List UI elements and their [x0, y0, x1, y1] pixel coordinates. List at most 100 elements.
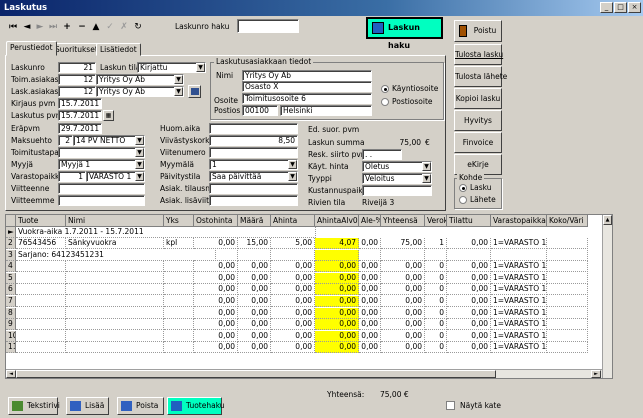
row-marker[interactable]: ►	[6, 227, 16, 238]
table-cell[interactable]: 0,00	[359, 307, 381, 319]
table-cell[interactable]: 0,00	[359, 330, 381, 342]
table-cell[interactable]: 0,00	[194, 330, 238, 342]
row-number[interactable]: 10	[6, 330, 16, 342]
calendar-icon[interactable]: ▦	[103, 110, 114, 121]
table-cell[interactable]: 76543456	[16, 238, 66, 249]
table-cell[interactable]: 1=VARASTO 1	[491, 284, 547, 296]
myyja-select[interactable]: Myyjä 1 ▼	[58, 159, 145, 170]
serial-cell[interactable]: Sarjano: 64123451231	[16, 249, 216, 261]
table-cell[interactable]	[16, 261, 66, 273]
vertical-scrollbar[interactable]: ▲	[602, 215, 612, 378]
add-icon[interactable]: +	[61, 20, 73, 34]
table-cell[interactable]: 0,00	[194, 238, 238, 249]
toimitustapa-select[interactable]: ▼	[58, 147, 145, 158]
table-cell[interactable]: 0,00	[271, 272, 315, 284]
table-cell[interactable]: 1=VARASTO 1	[491, 261, 547, 273]
next-icon[interactable]: ►	[34, 20, 46, 34]
tekstirivi-button[interactable]: Tekstirivi	[8, 397, 60, 415]
row-number[interactable]: 2	[6, 238, 16, 249]
kohde-lahete-radio[interactable]	[459, 196, 467, 204]
scroll-up-icon[interactable]: ▲	[603, 215, 612, 225]
table-cell[interactable]: 0,00	[447, 342, 491, 354]
table-cell[interactable]: 0	[425, 284, 447, 296]
row-number[interactable]: 8	[6, 307, 16, 319]
toim-asiakas-num[interactable]: 12	[58, 74, 96, 85]
table-cell[interactable]	[359, 249, 381, 261]
column-header[interactable]: AhintaAlv0	[315, 215, 359, 227]
table-cell[interactable]: 0,00	[238, 296, 271, 307]
table-cell[interactable]: 0,00	[194, 272, 238, 284]
table-cell[interactable]: 1=VARASTO 1	[491, 272, 547, 284]
table-cell[interactable]: 0,00	[271, 319, 315, 331]
table-cell[interactable]	[16, 330, 66, 342]
varastopaikka-select[interactable]: VARASTO 1 ▼	[86, 171, 145, 182]
kayt-hinta-select[interactable]: Oletus ▼	[362, 161, 432, 172]
table-cell[interactable]	[547, 296, 588, 307]
ekirje-button[interactable]: eKirje	[454, 154, 502, 175]
table-cell[interactable]: Sänkyvuokra	[66, 238, 164, 249]
table-cell[interactable]	[164, 296, 194, 307]
scroll-thumb[interactable]	[16, 370, 496, 378]
tulosta-lasku-button[interactable]: Tulosta lasku	[454, 44, 503, 65]
table-cell[interactable]	[547, 284, 588, 296]
viitteenne-field[interactable]	[58, 183, 145, 194]
table-cell[interactable]: 0,00	[238, 261, 271, 273]
table-cell[interactable]: 0,00	[194, 296, 238, 307]
table-cell[interactable]: 0,00	[238, 307, 271, 319]
rental-period-cell[interactable]: Vuokra-aika 1.7.2011 - 15.7.2011	[16, 227, 316, 238]
table-cell[interactable]	[16, 307, 66, 319]
row-number[interactable]: 9	[6, 319, 16, 331]
viivastyskorko-field[interactable]: 8,50	[209, 135, 298, 146]
table-cell[interactable]	[164, 307, 194, 319]
table-cell[interactable]	[315, 249, 359, 261]
table-cell[interactable]: 1=VARASTO 1	[491, 330, 547, 342]
row-number[interactable]: 3	[6, 249, 16, 261]
huom-aika-field[interactable]	[209, 123, 298, 134]
kohde-lasku-radio[interactable]	[459, 184, 467, 192]
table-cell[interactable]: 0,00	[315, 330, 359, 342]
table-cell[interactable]	[16, 272, 66, 284]
table-cell[interactable]	[164, 319, 194, 331]
table-cell[interactable]: 1=VARASTO 1	[491, 319, 547, 331]
column-header[interactable]: Koko/Väri	[547, 215, 588, 227]
viitteemme-field[interactable]	[58, 195, 145, 206]
hyvitys-button[interactable]: Hyvitys	[454, 110, 502, 131]
table-cell[interactable]: 0,00	[359, 261, 381, 273]
table-cell[interactable]: 0,00	[315, 272, 359, 284]
minimize-button[interactable]: _	[600, 2, 613, 13]
table-cell[interactable]	[16, 284, 66, 296]
table-cell[interactable]: 0,00	[194, 307, 238, 319]
table-cell[interactable]: 0,00	[315, 284, 359, 296]
table-cell[interactable]: 0,00	[315, 319, 359, 331]
delete-icon[interactable]: −	[76, 20, 88, 34]
column-header[interactable]: Tilattu	[447, 215, 491, 227]
last-icon[interactable]: ⏭	[47, 20, 59, 34]
tuotehaku-button[interactable]: Tuotehaku	[167, 397, 225, 415]
table-cell[interactable]	[164, 342, 194, 354]
table-cell[interactable]: 0,00	[238, 319, 271, 331]
tab-perustiedot[interactable]: Perustiedot	[6, 41, 57, 56]
maksuehto-num[interactable]: 2	[58, 135, 73, 146]
varastopaikka-num[interactable]: 1	[58, 171, 86, 182]
cancel-icon[interactable]: ✗	[118, 20, 130, 34]
table-cell[interactable]	[66, 296, 164, 307]
table-cell[interactable]: 0,00	[359, 272, 381, 284]
table-cell[interactable]: 0,00	[359, 342, 381, 354]
row-number[interactable]: 11	[6, 342, 16, 354]
viitenumero-field[interactable]	[209, 147, 298, 158]
table-cell[interactable]: 0,00	[381, 330, 425, 342]
poistu-button[interactable]: Poistu	[454, 20, 502, 42]
table-cell[interactable]: 0,00	[315, 261, 359, 273]
laskun-tila-select[interactable]: Kirjattu ▼	[137, 62, 206, 73]
column-header[interactable]: Ostohinta	[194, 215, 238, 227]
column-header[interactable]	[6, 215, 16, 227]
table-cell[interactable]	[16, 296, 66, 307]
resk-siirto-pvm-field[interactable]: . .	[362, 149, 402, 160]
table-cell[interactable]: 0,00	[447, 307, 491, 319]
table-cell[interactable]: 0,00	[447, 330, 491, 342]
table-cell[interactable]: 0,00	[447, 272, 491, 284]
table-cell[interactable]: 0,00	[238, 272, 271, 284]
scroll-left-icon[interactable]: ◄	[6, 370, 16, 378]
finvoice-button[interactable]: Finvoice	[454, 132, 502, 153]
table-cell[interactable]: 0	[425, 330, 447, 342]
